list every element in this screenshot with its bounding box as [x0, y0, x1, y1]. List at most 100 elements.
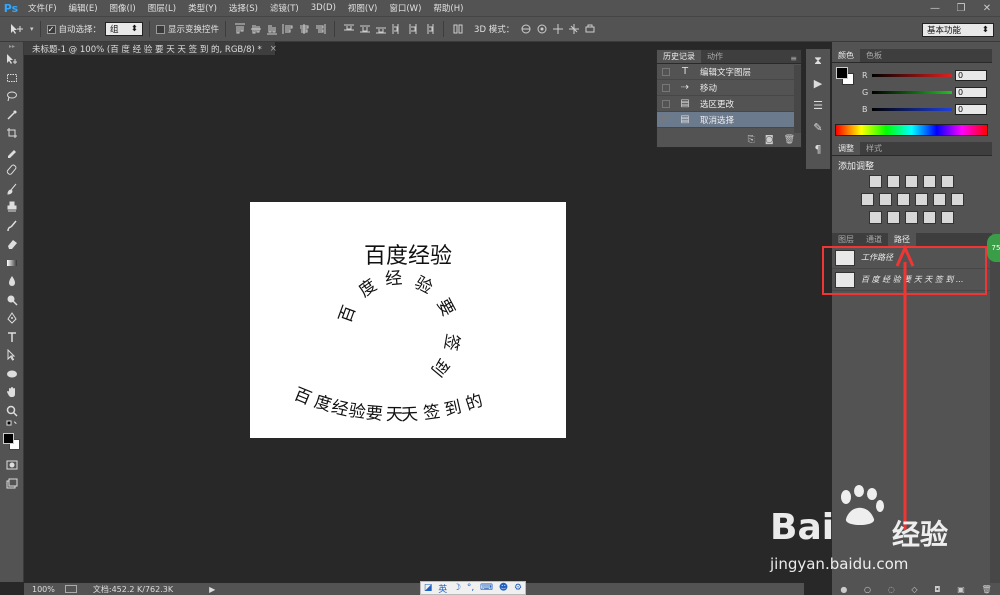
channel-value-input[interactable]: 0: [955, 103, 987, 115]
hand-tool-icon[interactable]: [0, 383, 24, 402]
tab-styles[interactable]: 样式: [860, 142, 888, 155]
tab-adjustments[interactable]: 调整: [832, 142, 860, 155]
history-brush-tool-icon[interactable]: [0, 217, 24, 236]
document-tab[interactable]: 未标题-1 @ 100% (百 度 经 验 要 天 天 签 到 的, RGB/8…: [24, 42, 277, 55]
move-tool-preset-icon[interactable]: [10, 23, 23, 35]
auto-select-dropdown[interactable]: 组 ⬍: [105, 22, 144, 36]
menu-file[interactable]: 文件(F): [22, 2, 63, 14]
history-panel-icon[interactable]: ⧗: [807, 51, 829, 71]
ime-keyboard-icon[interactable]: ⌨: [480, 583, 493, 593]
distribute-bottom-icon[interactable]: [375, 23, 387, 35]
photo-filter-icon[interactable]: [914, 193, 928, 206]
3d-slide-icon[interactable]: [568, 23, 580, 35]
add-mask-icon[interactable]: ◘: [934, 585, 940, 594]
align-hcenter-icon[interactable]: [298, 23, 310, 35]
history-source-checkbox[interactable]: [662, 67, 670, 76]
menu-help[interactable]: 帮助(H): [427, 2, 469, 14]
menu-image[interactable]: 图像(I): [104, 2, 142, 14]
restore-button[interactable]: ❐: [948, 0, 974, 16]
distribute-vcenter-icon[interactable]: [359, 23, 371, 35]
eyedropper-tool-icon[interactable]: [0, 143, 24, 162]
vibrance-icon[interactable]: [940, 175, 954, 188]
ime-language[interactable]: 英: [438, 582, 447, 595]
minimize-button[interactable]: —: [922, 0, 948, 16]
show-transform-checkbox[interactable]: [156, 24, 166, 34]
foreground-swatch[interactable]: [836, 67, 848, 79]
history-source-checkbox[interactable]: [662, 83, 670, 92]
tab-color[interactable]: 颜色: [832, 49, 860, 62]
move-tool-icon[interactable]: [0, 50, 24, 69]
slider-track[interactable]: [872, 73, 952, 77]
levels-icon[interactable]: [886, 175, 900, 188]
snapshot-camera-icon[interactable]: ◙: [765, 135, 774, 145]
close-button[interactable]: ✕: [974, 0, 1000, 16]
menu-type[interactable]: 类型(Y): [182, 2, 223, 14]
tab-history[interactable]: 历史记录: [657, 50, 701, 63]
dodge-tool-icon[interactable]: [0, 291, 24, 310]
auto-select-checkbox[interactable]: ✓: [46, 24, 56, 34]
menu-edit[interactable]: 编辑(E): [63, 2, 104, 14]
menu-3d[interactable]: 3D(D): [305, 3, 342, 13]
clone-stamp-tool-icon[interactable]: [0, 198, 24, 217]
history-item[interactable]: ⇢ 移动: [657, 80, 801, 96]
gradient-map-icon[interactable]: [940, 211, 954, 224]
pen-tool-icon[interactable]: [0, 309, 24, 328]
invert-icon[interactable]: [868, 211, 882, 224]
new-document-from-state-icon[interactable]: ⎘: [748, 135, 755, 145]
tab-layers[interactable]: 图层: [832, 233, 860, 246]
type-tool-icon[interactable]: [0, 328, 24, 347]
menu-window[interactable]: 窗口(W): [383, 2, 427, 14]
color-spectrum[interactable]: [835, 124, 988, 136]
stroke-path-icon[interactable]: ○: [864, 585, 871, 594]
menu-select[interactable]: 选择(S): [223, 2, 264, 14]
color-lookup-icon[interactable]: [950, 193, 964, 206]
actions-panel-icon[interactable]: ▶: [807, 73, 829, 93]
marquee-tool-icon[interactable]: [0, 69, 24, 88]
screen-mode-icon[interactable]: [0, 475, 24, 494]
distribute-top-icon[interactable]: [343, 23, 355, 35]
quick-select-tool-icon[interactable]: [0, 106, 24, 125]
3d-roll-icon[interactable]: [536, 23, 548, 35]
history-item[interactable]: ▤ 选区更改: [657, 96, 801, 112]
menu-layer[interactable]: 图层(L): [142, 2, 182, 14]
channel-value-input[interactable]: 0: [955, 69, 987, 81]
path-selection-tool-icon[interactable]: [0, 346, 24, 365]
3d-scale-icon[interactable]: [584, 23, 596, 35]
swap-colors-icon[interactable]: [0, 420, 24, 432]
foreground-background-color[interactable]: [0, 432, 24, 456]
distribute-hcenter-icon[interactable]: [407, 23, 419, 35]
new-path-icon[interactable]: ▣: [957, 585, 965, 594]
zoom-level[interactable]: 100%: [32, 585, 55, 594]
history-scrollbar[interactable]: [794, 65, 801, 133]
properties-panel-icon[interactable]: ☰: [807, 95, 829, 115]
ime-logo-icon[interactable]: ◪: [424, 583, 433, 593]
align-right-icon[interactable]: [314, 23, 326, 35]
zoom-tool-icon[interactable]: [0, 402, 24, 421]
exposure-icon[interactable]: [922, 175, 936, 188]
selective-color-icon[interactable]: [922, 211, 936, 224]
align-top-icon[interactable]: [234, 23, 246, 35]
3d-rotate-icon[interactable]: [520, 23, 532, 35]
history-item[interactable]: T 编辑文字图层: [657, 64, 801, 80]
toolbar-grip[interactable]: ▸▸: [0, 42, 24, 50]
align-vcenter-icon[interactable]: [250, 23, 262, 35]
channel-mixer-icon[interactable]: [932, 193, 946, 206]
ime-user-icon[interactable]: ☻: [499, 583, 508, 593]
distribute-left-icon[interactable]: [391, 23, 403, 35]
hue-saturation-icon[interactable]: [860, 193, 874, 206]
chevron-down-icon[interactable]: ▾: [30, 25, 34, 33]
ime-moon-icon[interactable]: ☽: [453, 583, 461, 593]
brightness-icon[interactable]: [868, 175, 882, 188]
color-slider-g[interactable]: G0: [862, 86, 987, 98]
status-menu-arrow-icon[interactable]: ▶: [209, 585, 215, 594]
ime-punctuation-icon[interactable]: °,: [467, 583, 474, 593]
color-slider-r[interactable]: R0: [862, 69, 987, 81]
color-balance-icon[interactable]: [878, 193, 892, 206]
paths-scrollbar[interactable]: [990, 244, 1000, 583]
3d-pan-icon[interactable]: [552, 23, 564, 35]
ellipse-tool-icon[interactable]: [0, 365, 24, 384]
make-path-icon[interactable]: ◇: [911, 585, 917, 594]
slider-track[interactable]: [872, 90, 952, 94]
distribute-right-icon[interactable]: [423, 23, 435, 35]
load-selection-icon[interactable]: ◌: [888, 585, 895, 594]
